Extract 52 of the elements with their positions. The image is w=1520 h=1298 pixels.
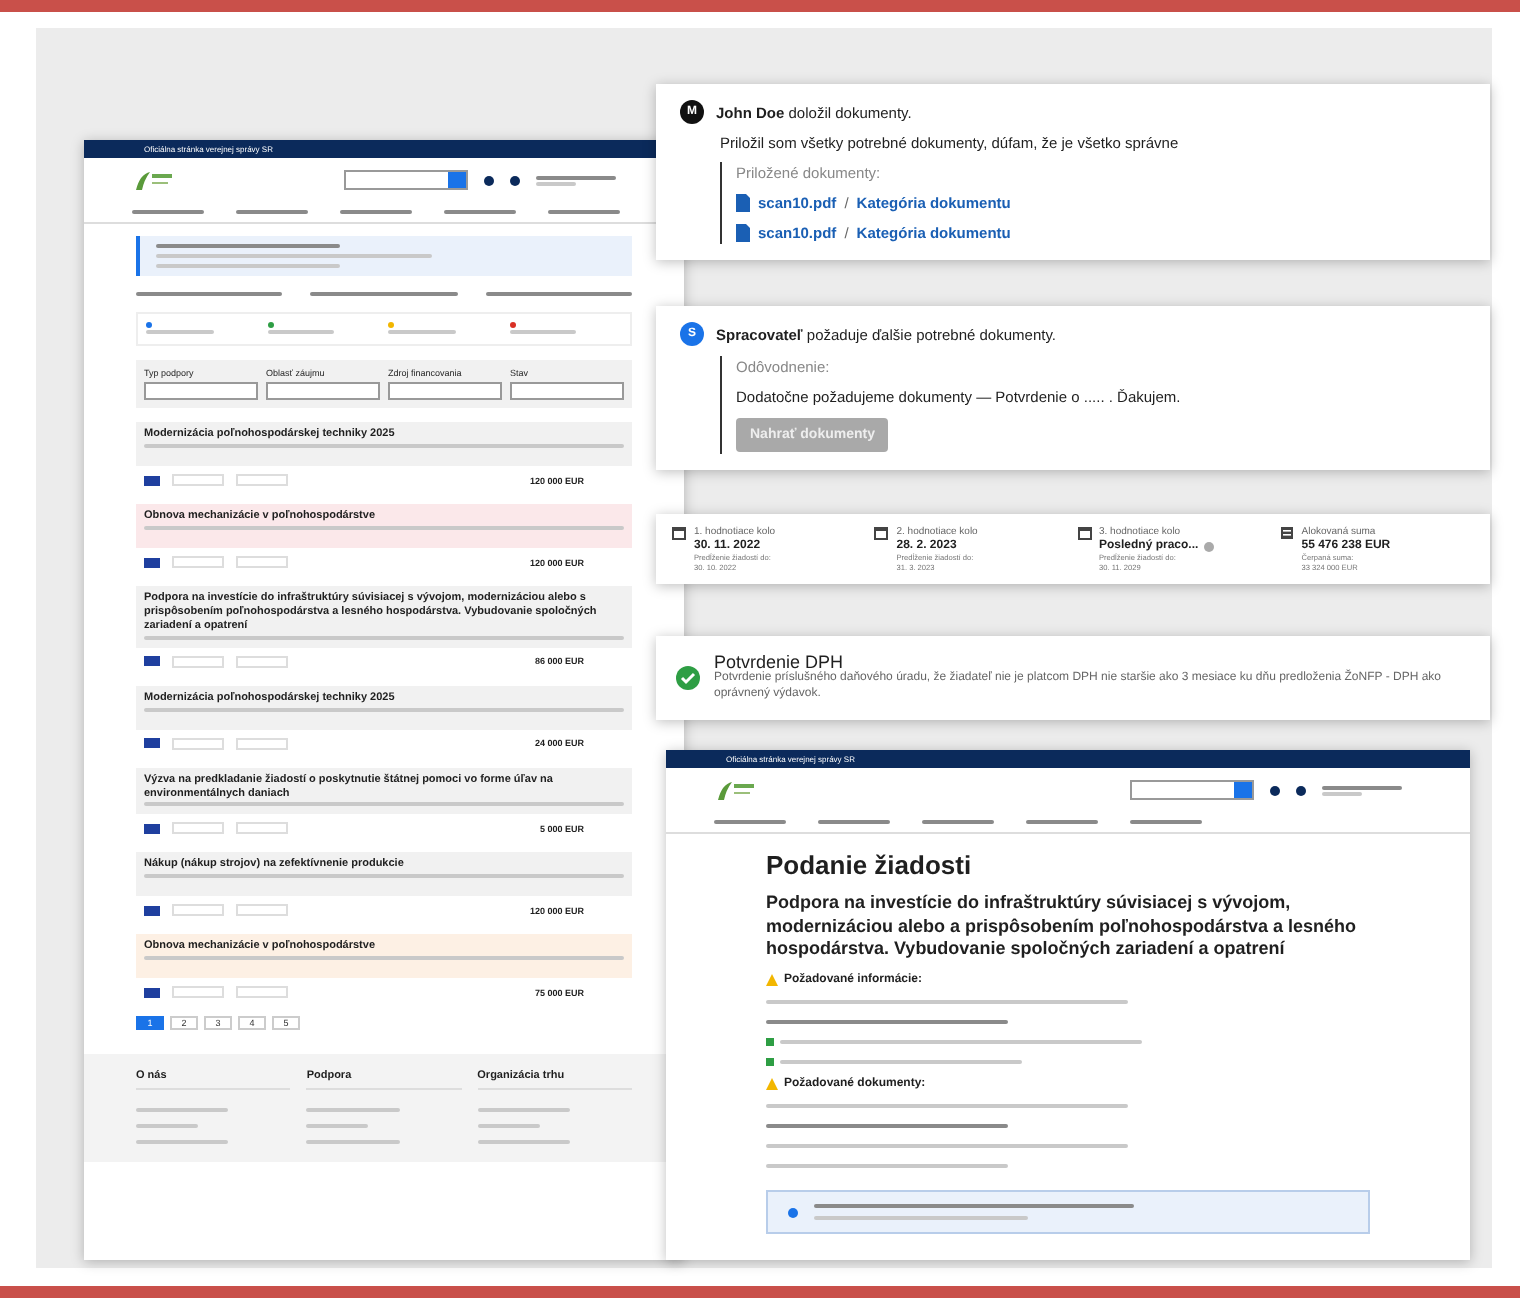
blurred-text-line: [306, 1140, 400, 1145]
blurred-text-line: [132, 210, 204, 214]
blurred-text-line: [444, 210, 516, 214]
flag-icon: [144, 656, 160, 667]
flag-icon: [144, 475, 160, 485]
dropdown-field[interactable]: [266, 382, 380, 400]
blurred-text-line: [1026, 820, 1098, 824]
check-icon: [766, 1058, 774, 1067]
flag-icon: [144, 738, 160, 749]
page-subtitle: Podpora na investície do infraštruktúry súvisiacej s vývojom, modernizáciou alebo a prispôsobením poľnohospodárstva a lesného hospodárstva. Vybudovanie spoločných zariadení a opatrení: [766, 892, 1359, 963]
blurred-text-line: [136, 1108, 229, 1113]
dropdown-field[interactable]: [510, 382, 624, 400]
page-title: Podanie žiadosti: [766, 850, 974, 880]
user-icon[interactable]: [1296, 785, 1306, 795]
warning-icon: [766, 1078, 778, 1091]
flag-icon: [144, 905, 160, 916]
blurred-text-line: [548, 210, 620, 214]
flag-icon: [144, 987, 160, 998]
flag-icon: [144, 557, 160, 567]
blurred-text-line: [136, 1140, 229, 1145]
calendar-icon: [672, 526, 686, 540]
vat-title: Potvrdenie DPH: [714, 652, 844, 672]
blurred-text-line: [340, 210, 412, 214]
leaf-logo-icon: [714, 778, 758, 802]
blurred-text-line: [306, 1124, 369, 1129]
calendar-icon: [1077, 526, 1091, 540]
blurred-text-line: [714, 820, 786, 824]
info-icon: [788, 1207, 798, 1218]
blurred-text-line: [136, 1124, 198, 1129]
document-icon: [1279, 526, 1294, 540]
check-icon: [766, 1038, 774, 1047]
blurred-text-line: [146, 330, 214, 334]
blurred-text-line: [477, 1140, 571, 1145]
blurred-text-line: [477, 1108, 571, 1113]
blurred-text-line: [236, 210, 308, 214]
calendar-icon: [874, 526, 889, 540]
flag-icon: [144, 823, 160, 834]
blurred-text-line: [818, 820, 890, 824]
blurred-text-line: [477, 1124, 540, 1129]
blurred-text-line: [306, 1108, 400, 1113]
dropdown-field[interactable]: [144, 382, 258, 400]
search-field[interactable]: [1130, 780, 1254, 800]
blurred-text-line: [1130, 820, 1202, 824]
search-field[interactable]: [344, 170, 468, 190]
leaf-logo-icon: [132, 168, 176, 192]
blurred-text-line: [388, 330, 456, 334]
dropdown-field[interactable]: [388, 382, 502, 400]
blurred-text-line: [509, 330, 577, 334]
blurred-text-line: [267, 330, 335, 334]
blurred-text-line: [922, 820, 994, 824]
warning-icon: [766, 974, 778, 987]
user-icon[interactable]: [510, 175, 520, 185]
